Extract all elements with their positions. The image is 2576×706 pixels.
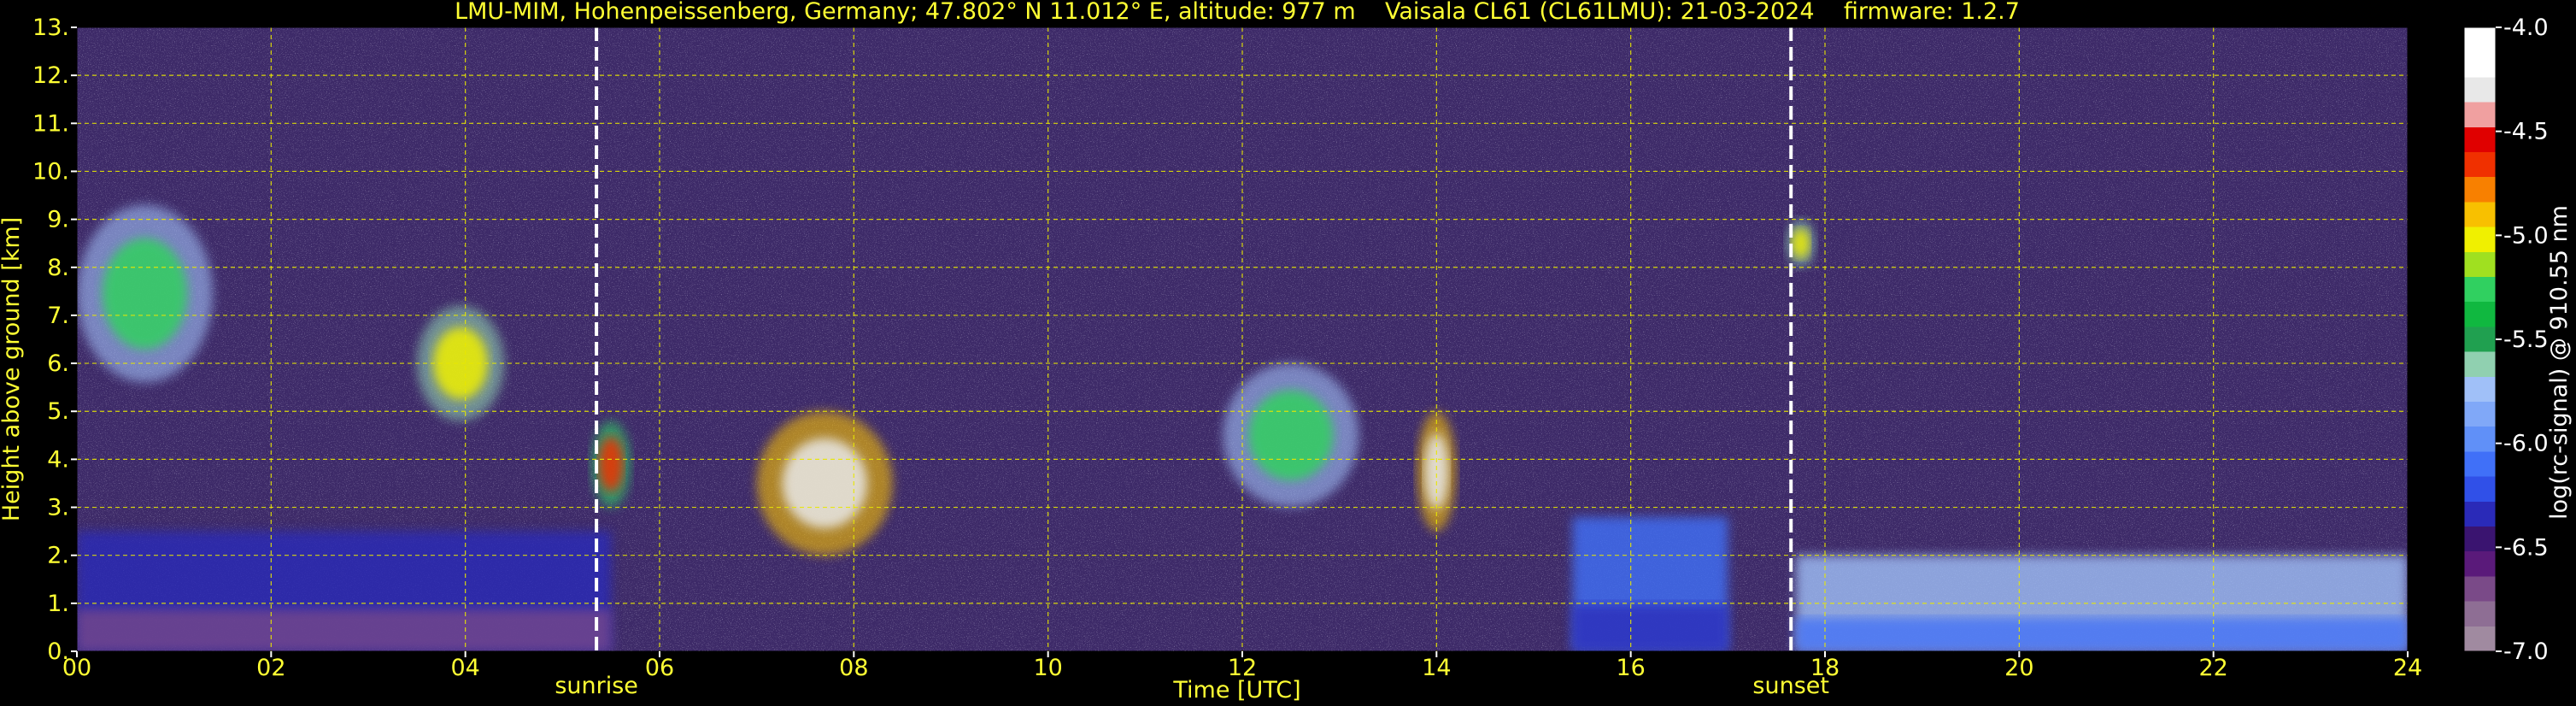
annotation-label: sunrise: [555, 673, 638, 699]
colorbar-tick-label: -7.0: [2503, 638, 2549, 665]
boundary-layer-region: [1572, 516, 1728, 651]
y-tick-label: 6.: [47, 350, 69, 377]
x-tick-label: 24: [2393, 655, 2422, 681]
x-tick-label: 14: [1422, 655, 1451, 681]
colorbar-ticks: -4.0 -4.5 -5.0 -5.5 -6.0 -6.5 -7.0: [2496, 15, 2549, 665]
y-tick-label: 12.: [32, 62, 69, 89]
cloud-core: [102, 238, 188, 350]
colorbar-tick-label: -6.5: [2503, 534, 2549, 561]
cloud-core: [1791, 228, 1810, 259]
colorbar: -4.0 -4.5 -5.0 -5.5 -6.0 -6.5 -7.0: [2463, 15, 2549, 665]
colorbar-tick-label: -4.5: [2503, 119, 2549, 145]
cloud-region: [1223, 363, 1359, 508]
x-tick-label: 10: [1033, 655, 1062, 681]
chart-title: LMU-MIM, Hohenpeissenberg, Germany; 47.8…: [455, 0, 2020, 25]
x-tick-label: 04: [450, 655, 479, 681]
y-axis: 0. 1. 2. 3. 4. 5. 6. 7. 8. 9. 10. 11. 12. 13.: [32, 15, 77, 665]
y-tick-label: 8.: [47, 255, 69, 281]
x-tick-label: 16: [1616, 655, 1645, 681]
y-tick-label: 11.: [32, 110, 69, 137]
x-tick-label: 08: [839, 655, 868, 681]
cloud-core: [1248, 390, 1334, 480]
cloud-region: [77, 204, 214, 383]
x-tick-label: 02: [256, 655, 285, 681]
y-tick-label: 3.: [47, 495, 69, 521]
colorbar-tick-label: -5.5: [2503, 327, 2549, 353]
layer-base: [1795, 617, 2408, 651]
x-tick-label: 20: [2004, 655, 2033, 681]
y-tick-label: 2.: [47, 543, 69, 569]
colorbar-label: log(rc-signal) @ 910.55 nm: [2546, 205, 2573, 520]
cloud-region: [756, 411, 893, 556]
layer-base: [77, 609, 612, 651]
annotation-label: sunset: [1752, 673, 1829, 699]
colorbar-tick-label: -6.0: [2503, 431, 2549, 457]
cloud-region: [416, 305, 505, 421]
y-axis-label: Height above ground [km]: [0, 217, 25, 521]
y-tick-label: 1.: [47, 591, 69, 617]
cloud-core: [782, 438, 867, 529]
ceilometer-figure: LMU-MIM, Hohenpeissenberg, Germany; 47.8…: [0, 0, 2573, 703]
y-tick-label: 5.: [47, 398, 69, 425]
y-tick-label: 10.: [32, 158, 69, 185]
y-tick-label: 0.: [47, 638, 69, 665]
layer-base: [1572, 603, 1728, 651]
plot-area: [77, 27, 2408, 651]
y-tick-label: 7.: [47, 303, 69, 329]
x-tick-label: 06: [645, 655, 674, 681]
colorbar-tick-label: -4.0: [2503, 15, 2549, 41]
y-tick-label: 4.: [47, 446, 69, 473]
y-tick-label: 13.: [32, 15, 69, 41]
boundary-layer-region: [77, 531, 612, 651]
x-axis-label: Time [UTC]: [1172, 677, 1300, 703]
y-tick-label: 9.: [47, 207, 69, 233]
colorbar-tick-label: -5.0: [2503, 222, 2549, 249]
colorbar-bar: [2463, 26, 2497, 652]
x-tick-label: 22: [2198, 655, 2227, 681]
cloud-core: [598, 437, 624, 491]
